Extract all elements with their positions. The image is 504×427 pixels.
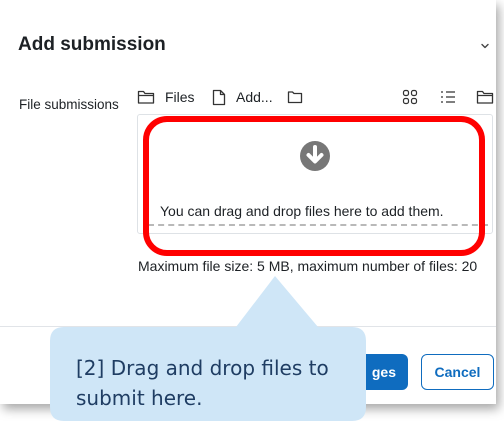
page-title: Add submission [18, 34, 166, 55]
filepicker-toolbar: Files Add... [137, 86, 495, 108]
add-label: Add... [236, 89, 273, 105]
file-submissions-label: File submissions [19, 97, 119, 112]
grid-icon [402, 89, 418, 105]
save-changes-button[interactable]: ges [340, 354, 408, 390]
file-icon [212, 89, 226, 105]
folder-icon [137, 90, 155, 104]
annotation-highlight-box [143, 116, 485, 256]
view-tree-button[interactable] [476, 86, 494, 108]
file-limits-info: Maximum file size: 5 MB, maximum number … [138, 258, 478, 274]
list-icon [441, 91, 455, 103]
view-list-button[interactable] [440, 86, 456, 108]
add-file-button[interactable]: Add... [212, 86, 273, 108]
files-path-button[interactable]: Files [137, 86, 195, 108]
footer-divider [0, 326, 496, 327]
chevron-down-icon[interactable] [479, 40, 491, 52]
folder-icon [476, 90, 494, 104]
folder-icon [287, 91, 303, 104]
files-label: Files [165, 89, 195, 105]
callout-text: [2] Drag and drop files to submit here. [76, 356, 329, 410]
cancel-button[interactable]: Cancel [421, 354, 494, 390]
view-icons-button[interactable] [402, 86, 418, 108]
create-folder-button[interactable] [287, 86, 303, 108]
